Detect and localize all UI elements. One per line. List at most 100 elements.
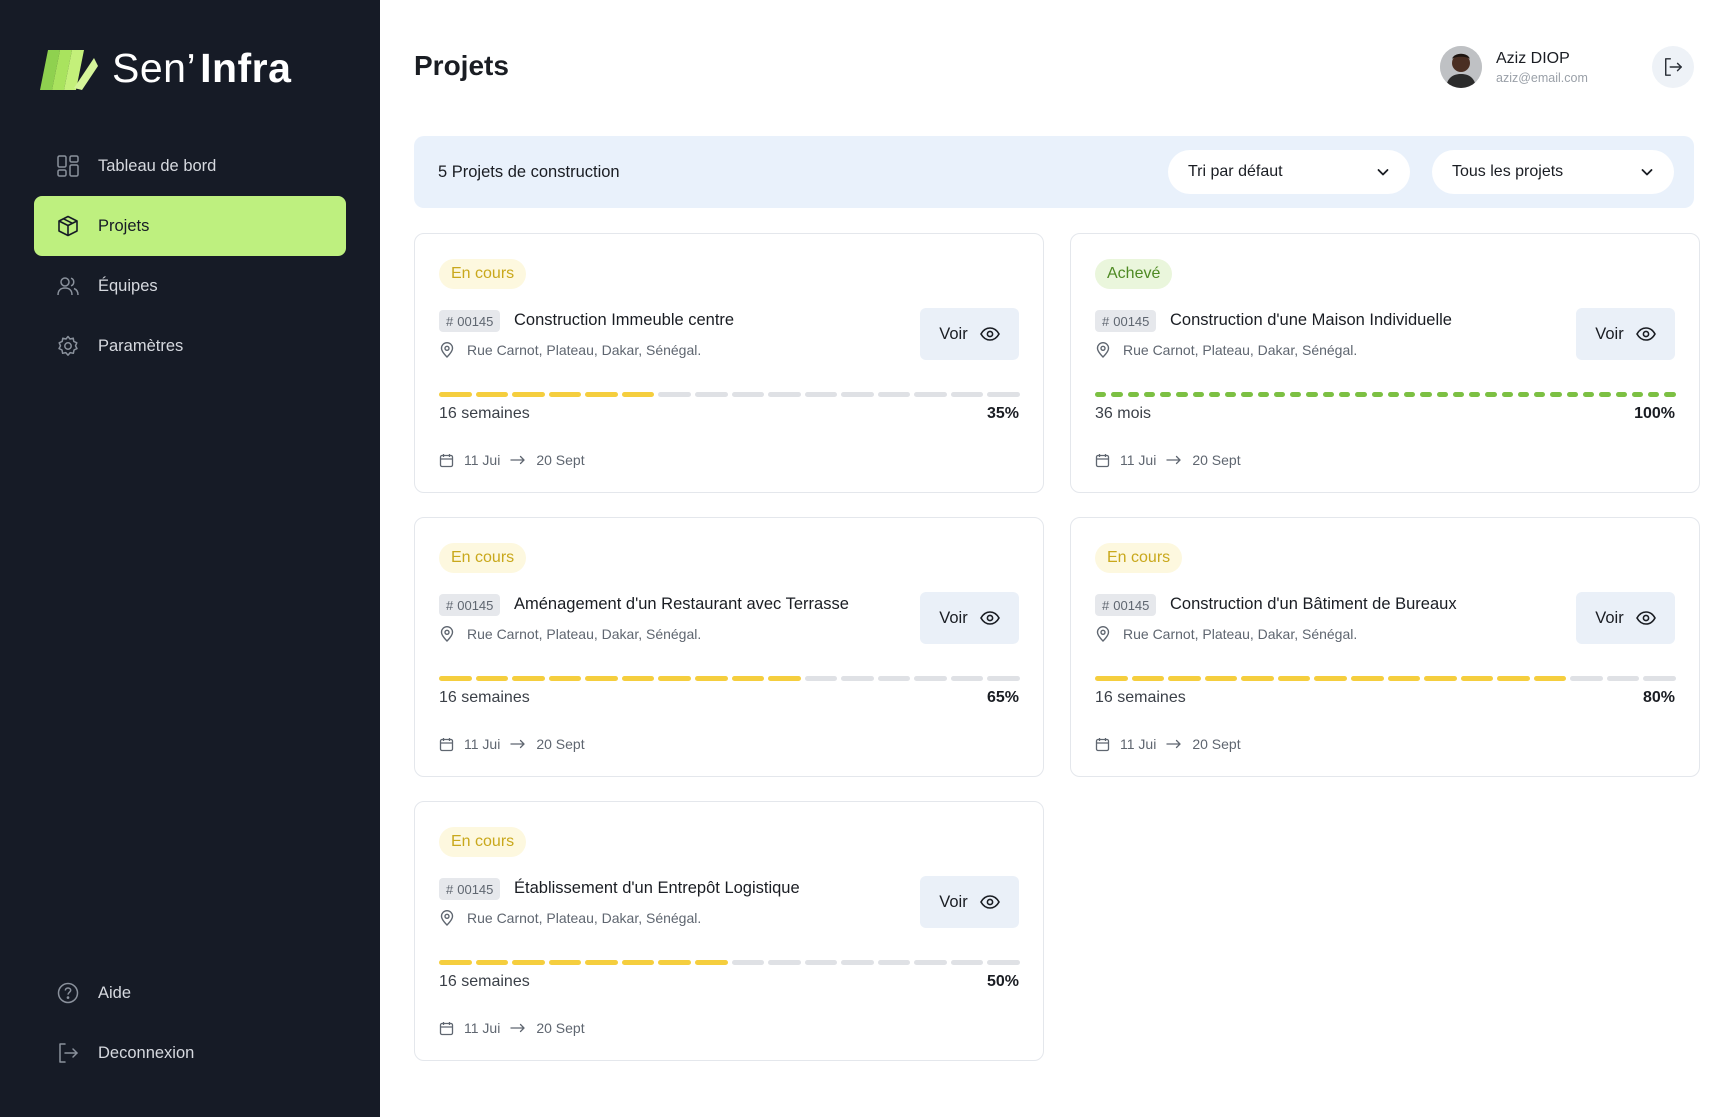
progress-segment-filled bbox=[1127, 392, 1139, 397]
progress-segment-filled bbox=[439, 960, 472, 965]
grid-icon bbox=[56, 154, 80, 178]
header-logout-button[interactable] bbox=[1652, 46, 1694, 88]
progress-segment-filled bbox=[1648, 392, 1660, 397]
progress-segment-filled bbox=[1204, 676, 1238, 681]
eye-icon bbox=[1635, 327, 1656, 341]
chevron-down-icon bbox=[1377, 169, 1389, 176]
progress-segment-filled bbox=[475, 960, 509, 965]
scope-select-value: Tous les projets bbox=[1452, 163, 1564, 180]
status-badge: En cours bbox=[439, 259, 527, 289]
progress-segment-filled bbox=[731, 676, 765, 681]
progress-segment-filled bbox=[1534, 392, 1546, 397]
voir-button[interactable]: Voir bbox=[920, 308, 1019, 360]
sidebar-item-projets[interactable]: Projets bbox=[34, 196, 346, 256]
sidebar-item-equipes[interactable]: Équipes bbox=[34, 256, 346, 316]
progress-segment-empty bbox=[914, 960, 947, 965]
sidebar-item-parametres[interactable]: Paramètres bbox=[34, 316, 346, 376]
progress-segment-empty bbox=[914, 676, 947, 681]
project-address: Rue Carnot, Plateau, Dakar, Sénégal. bbox=[439, 910, 701, 926]
project-dates: 11 Jui 20 Sept bbox=[1095, 736, 1241, 752]
sidebar-item-deconnexion[interactable]: Deconnexion bbox=[34, 1023, 346, 1083]
progress-segment-filled bbox=[658, 960, 691, 965]
start-date: 11 Jui bbox=[464, 1020, 501, 1036]
progress-segment-filled bbox=[1550, 392, 1562, 397]
scope-select[interactable]: Tous les projets bbox=[1432, 150, 1674, 194]
project-address: Rue Carnot, Plateau, Dakar, Sénégal. bbox=[1095, 342, 1357, 358]
progress-segment-empty bbox=[1606, 676, 1640, 681]
sidebar-item-aide[interactable]: Aide bbox=[34, 963, 346, 1023]
sidebar-item-label: Aide bbox=[98, 983, 132, 1002]
progress-segment-filled bbox=[1371, 392, 1383, 397]
project-duration: 16 semaines bbox=[439, 405, 530, 422]
progress-segment-filled bbox=[1290, 392, 1302, 397]
arrow-right-icon bbox=[1166, 455, 1182, 465]
project-duration: 36 mois bbox=[1095, 405, 1152, 422]
project-card: Achevé #00145 Construction d'une Maison … bbox=[1070, 233, 1700, 493]
progress-bar bbox=[439, 676, 1020, 681]
progress-segment-filled bbox=[439, 676, 472, 681]
location-pin-icon bbox=[440, 910, 454, 926]
progress-segment-filled bbox=[548, 392, 582, 397]
sidebar-item-label: Deconnexion bbox=[98, 1043, 195, 1062]
sidebar-item-label: Équipes bbox=[98, 276, 158, 295]
voir-button[interactable]: Voir bbox=[920, 592, 1019, 644]
progress-segment-filled bbox=[621, 960, 655, 965]
project-title: Construction d'une Maison Individuelle bbox=[1170, 311, 1452, 329]
project-title: Établissement d'un Entrepôt Logistique bbox=[514, 879, 800, 897]
sidebar-item-label: Projets bbox=[98, 216, 150, 235]
start-date: 11 Jui bbox=[464, 452, 501, 468]
voir-button[interactable]: Voir bbox=[1576, 308, 1675, 360]
progress-segment-filled bbox=[1497, 676, 1530, 681]
progress-segment-filled bbox=[1131, 676, 1165, 681]
arrow-right-icon bbox=[1166, 739, 1182, 749]
users-icon bbox=[56, 274, 80, 298]
project-address: Rue Carnot, Plateau, Dakar, Sénégal. bbox=[439, 342, 701, 358]
progress-segment-filled bbox=[1533, 676, 1567, 681]
location-pin-icon bbox=[1096, 342, 1110, 358]
calendar-icon bbox=[439, 1021, 454, 1035]
progress-segment-filled bbox=[621, 392, 655, 397]
start-date: 11 Jui bbox=[1120, 452, 1157, 468]
progress-segment-empty bbox=[658, 392, 691, 397]
sort-select[interactable]: Tri par défaut bbox=[1168, 150, 1410, 194]
projects-count: 5 Projets de construction bbox=[438, 163, 620, 181]
project-card: En cours #00145 Construction d'un Bâtime… bbox=[1070, 517, 1700, 777]
progress-segment-filled bbox=[1225, 392, 1237, 397]
project-address: Rue Carnot, Plateau, Dakar, Sénégal. bbox=[439, 626, 701, 642]
progress-segment-filled bbox=[1241, 392, 1253, 397]
progress-segment-empty bbox=[841, 392, 874, 397]
progress-segment-filled bbox=[1338, 392, 1351, 397]
user-profile[interactable]: Aziz DIOP aziz@email.com bbox=[1440, 46, 1588, 88]
progress-segment-empty bbox=[987, 392, 1020, 397]
sidebar-bottom: Aide Deconnexion bbox=[34, 963, 346, 1083]
sidebar-item-label: Tableau de bord bbox=[98, 156, 217, 175]
end-date: 20 Sept bbox=[1192, 736, 1241, 752]
progress-segment-filled bbox=[1208, 392, 1221, 397]
sidebar-nav: Tableau de bord Projets Équipes Paramètr… bbox=[34, 136, 346, 376]
location-pin-icon bbox=[440, 342, 454, 358]
end-date: 20 Sept bbox=[1192, 452, 1241, 468]
page-title: Projets bbox=[414, 50, 509, 81]
voir-button[interactable]: Voir bbox=[920, 876, 1019, 928]
app-logo[interactable]: Sen’Infra bbox=[34, 44, 291, 92]
logout-icon bbox=[56, 1041, 80, 1065]
progress-segment-filled bbox=[1168, 676, 1201, 681]
status-badge: En cours bbox=[439, 827, 527, 857]
progress-segment-filled bbox=[1273, 392, 1286, 397]
chevron-down-icon bbox=[1641, 169, 1653, 176]
progress-segment-empty bbox=[1643, 676, 1676, 681]
progress-segment-empty bbox=[804, 392, 838, 397]
progress-segment-empty bbox=[1570, 676, 1603, 681]
progress-segment-filled bbox=[1501, 392, 1513, 397]
location-pin-icon bbox=[1096, 626, 1110, 642]
progress-segment-filled bbox=[475, 392, 509, 397]
progress-segment-filled bbox=[768, 676, 801, 681]
progress-bar bbox=[1095, 392, 1676, 397]
progress-segment-filled bbox=[1631, 392, 1644, 397]
arrow-right-icon bbox=[510, 455, 526, 465]
progress-segment-filled bbox=[512, 676, 545, 681]
sidebar-item-tableau-de-bord[interactable]: Tableau de bord bbox=[34, 136, 346, 196]
voir-button[interactable]: Voir bbox=[1576, 592, 1675, 644]
user-email: aziz@email.com bbox=[1496, 70, 1588, 85]
project-card: En cours #00145 Construction Immeuble ce… bbox=[414, 233, 1044, 493]
